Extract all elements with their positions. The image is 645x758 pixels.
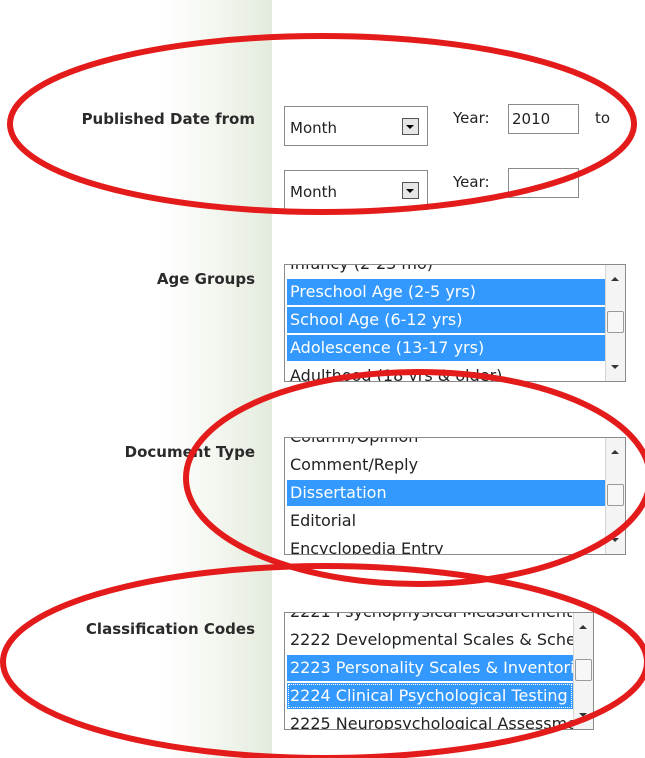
list-option[interactable]: Preschool Age (2-5 yrs) (287, 279, 605, 305)
to-month-select[interactable]: Month (284, 170, 428, 210)
list-option[interactable]: Encyclopedia Entry (287, 536, 605, 554)
document-type-listbox[interactable]: Column/OpinionComment/ReplyDissertationE… (284, 437, 626, 555)
age-groups-scrollbar[interactable] (605, 265, 625, 381)
to-month-value: Month (290, 183, 338, 201)
list-option[interactable]: School Age (6-12 yrs) (287, 307, 605, 333)
scroll-down-icon[interactable] (611, 365, 619, 369)
scroll-up-icon[interactable] (611, 277, 619, 281)
list-option[interactable]: 2221 Psychophysical Measurement (287, 613, 573, 625)
list-option[interactable]: Comment/Reply (287, 452, 605, 478)
list-option[interactable]: Column/Opinion (287, 438, 605, 450)
scroll-up-icon[interactable] (611, 450, 619, 454)
list-option[interactable]: Editorial (287, 508, 605, 534)
list-option[interactable]: 2224 Clinical Psychological Testing (287, 683, 573, 709)
from-month-dropdown-icon[interactable] (402, 118, 419, 135)
to-year-label: Year: (453, 173, 490, 191)
from-year-input[interactable]: 2010 (508, 104, 579, 134)
scroll-thumb[interactable] (607, 484, 624, 506)
document-type-scrollbar[interactable] (605, 438, 625, 554)
list-option[interactable]: Adulthood (18 yrs & older) (287, 363, 605, 381)
list-option[interactable]: Adolescence (13-17 yrs) (287, 335, 605, 361)
to-month-dropdown-icon[interactable] (402, 182, 419, 199)
from-year-label: Year: (453, 109, 490, 127)
published-date-label: Published Date from (81, 110, 255, 128)
to-year-input[interactable] (508, 168, 579, 198)
age-groups-listbox[interactable]: Infancy (2-23 mo) Preschool Age (2-5 yrs)… (284, 264, 626, 382)
scroll-down-icon[interactable] (579, 713, 587, 717)
scroll-up-icon[interactable] (579, 625, 587, 629)
to-label: to (595, 109, 611, 127)
list-option[interactable]: 2225 Neuropsychological Assessment (287, 711, 573, 729)
age-groups-label: Age Groups (156, 270, 255, 288)
classification-codes-listbox[interactable]: 2221 Psychophysical Measurement 2222 Deve… (284, 612, 594, 730)
list-option[interactable]: 2223 Personality Scales & Inventories (287, 655, 573, 681)
scroll-thumb[interactable] (575, 659, 592, 681)
classification-codes-label: Classification Codes (85, 620, 255, 638)
from-month-select[interactable]: Month (284, 106, 428, 146)
scroll-down-icon[interactable] (611, 538, 619, 542)
scroll-thumb[interactable] (607, 311, 624, 333)
list-option[interactable]: Infancy (2-23 mo) (287, 265, 605, 277)
from-month-value: Month (290, 119, 338, 137)
document-type-label: Document Type (124, 443, 255, 461)
list-option[interactable]: Dissertation (287, 480, 605, 506)
classification-codes-scrollbar[interactable] (573, 613, 593, 729)
list-option[interactable]: 2222 Developmental Scales & Schedules (287, 627, 573, 653)
